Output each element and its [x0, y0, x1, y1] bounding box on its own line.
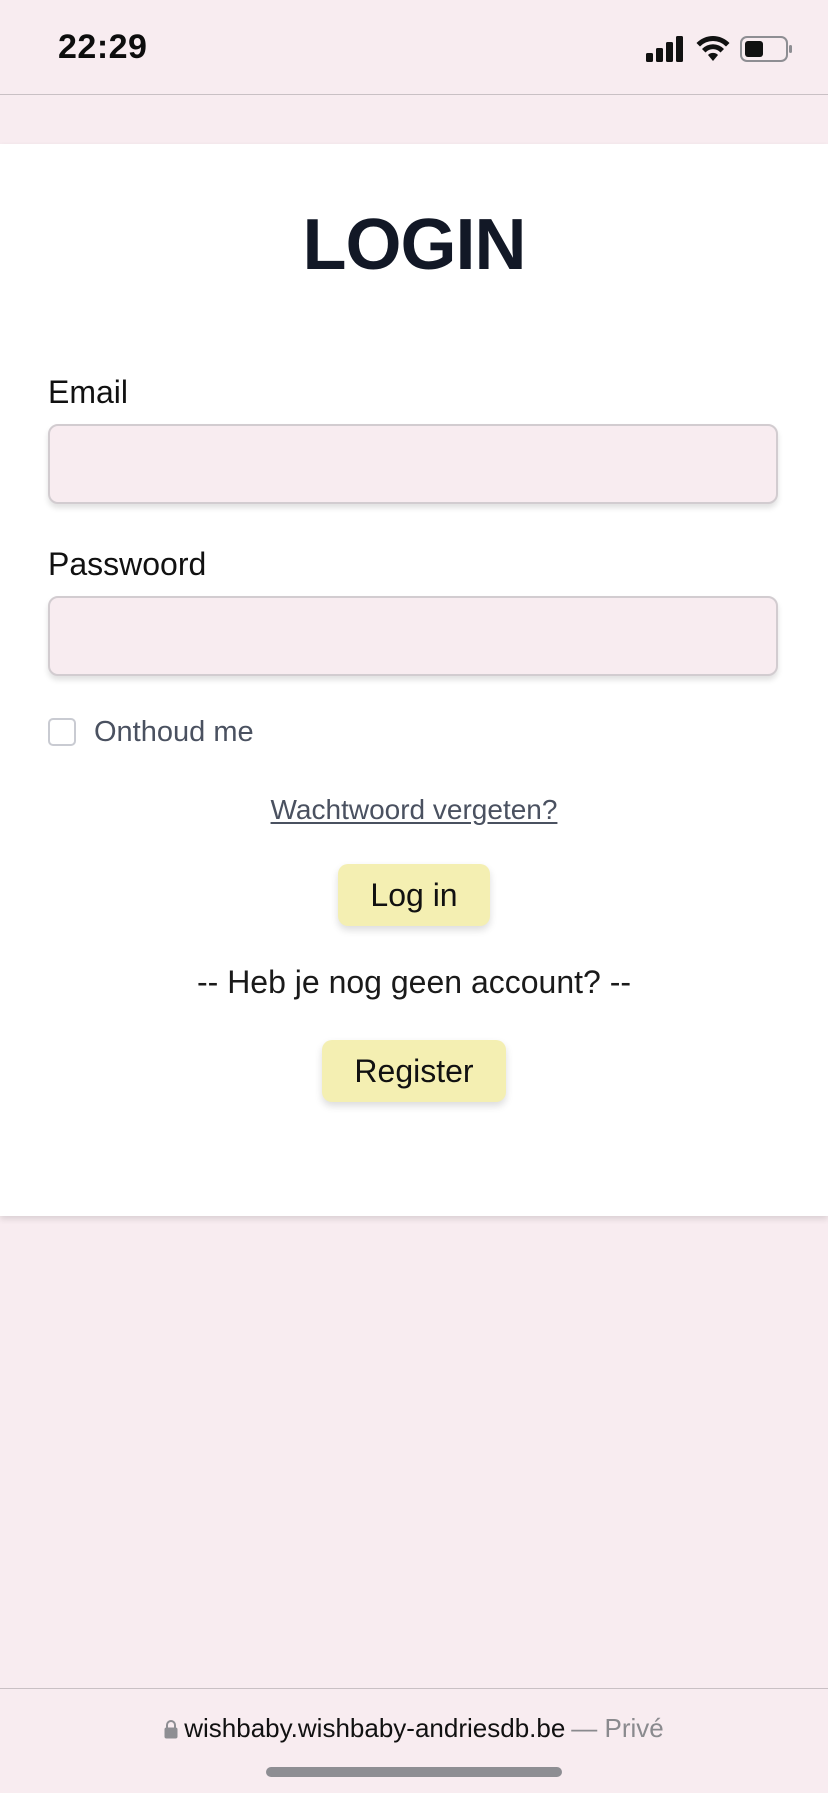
- status-icons: [646, 32, 794, 66]
- page-title: LOGIN: [302, 205, 527, 285]
- remember-me-label[interactable]: Onthoud me: [94, 716, 254, 749]
- status-time: 22:29: [58, 28, 148, 66]
- wifi-icon: [696, 36, 730, 61]
- register-button[interactable]: Register: [322, 1040, 506, 1102]
- login-button[interactable]: Log in: [338, 864, 490, 926]
- remember-me-checkbox[interactable]: [48, 718, 76, 746]
- email-field[interactable]: [48, 424, 778, 504]
- browser-address-bar[interactable]: wishbaby.wishbaby-andriesdb.be — Privé: [0, 1688, 828, 1793]
- email-label: Email: [48, 374, 129, 410]
- no-account-text: -- Heb je nog geen account? --: [196, 964, 632, 1000]
- url-row[interactable]: wishbaby.wishbaby-andriesdb.be — Privé: [0, 1713, 828, 1744]
- url-text[interactable]: wishbaby.wishbaby-andriesdb.be: [184, 1713, 565, 1744]
- status-bar: 22:29: [0, 0, 828, 95]
- home-indicator[interactable]: [266, 1767, 562, 1777]
- lock-icon: [164, 1719, 178, 1738]
- battery-icon: [740, 36, 792, 62]
- password-label: Passwoord: [48, 546, 207, 582]
- password-field[interactable]: [48, 596, 778, 676]
- remember-me-row[interactable]: Onthoud me: [48, 716, 254, 748]
- cellular-signal-icon: [646, 36, 683, 62]
- forgot-password-link[interactable]: Wachtwoord vergeten?: [0, 794, 828, 826]
- private-label: — Privé: [571, 1713, 664, 1743]
